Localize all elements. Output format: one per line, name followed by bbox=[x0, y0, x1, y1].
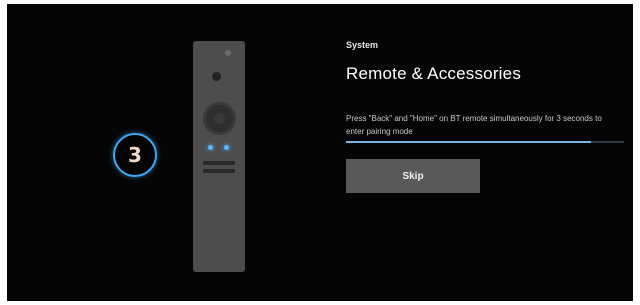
skip-button[interactable]: Skip bbox=[346, 159, 480, 193]
home-button-highlight bbox=[224, 145, 229, 150]
countdown-ring: 3 bbox=[113, 133, 157, 177]
remote-button bbox=[203, 169, 235, 173]
power-icon bbox=[212, 72, 221, 81]
dpad-center bbox=[214, 113, 225, 124]
pairing-progress-fill bbox=[346, 141, 591, 143]
pairing-instructions: Press "Back" and "Home" on BT remote sim… bbox=[346, 114, 602, 136]
dpad-icon bbox=[203, 102, 236, 135]
tv-setup-screen: 3 System Remote & Accessories Press "Bac… bbox=[7, 4, 633, 301]
microphone-icon bbox=[225, 50, 231, 56]
pairing-progress-bar bbox=[346, 141, 624, 143]
page-title: Remote & Accessories bbox=[346, 64, 522, 83]
back-button-highlight bbox=[208, 145, 213, 150]
settings-category: System bbox=[346, 40, 379, 50]
remote-button bbox=[203, 161, 235, 165]
countdown-number: 3 bbox=[128, 143, 142, 167]
skip-button-label: Skip bbox=[402, 170, 424, 182]
remote-control-icon bbox=[193, 41, 245, 272]
